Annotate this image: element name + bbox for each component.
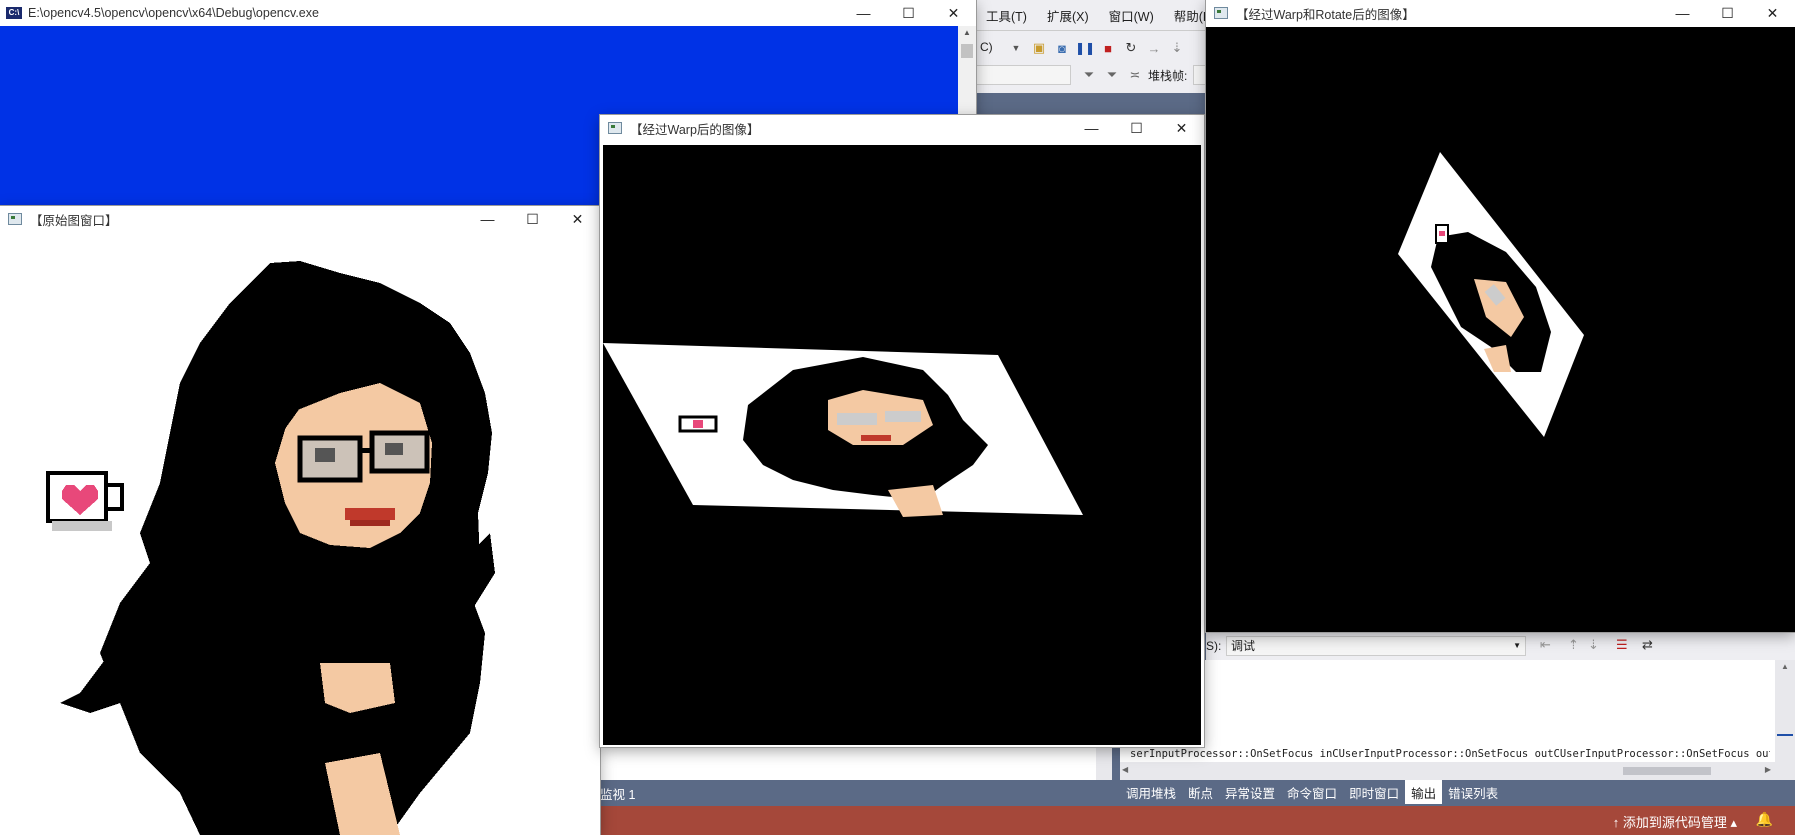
warp-rotate-window-titlebar[interactable]: 【经过Warp和Rotate后的图像】 — ☐ ✕ [1206, 0, 1795, 26]
threads-icon[interactable]: ≍ [1125, 65, 1145, 85]
step-into-icon[interactable]: ⇣ [1167, 38, 1187, 58]
warp-window-titlebar[interactable]: 【经过Warp后的图像】 — ☐ ✕ [600, 115, 1204, 141]
warp-image-canvas [603, 145, 1201, 745]
stack-frame-label: 堆栈帧: [1148, 68, 1188, 83]
warped-rotated-portrait [1398, 152, 1584, 437]
clear-all-icon[interactable]: ☰ [1616, 637, 1628, 653]
step-arrow-icon[interactable]: → [1144, 38, 1164, 58]
tab-call-stack[interactable]: 调用堆栈 [1120, 780, 1182, 804]
original-image-window: 【原始图窗口】 — ☐ ✕ [0, 206, 600, 835]
warp-image-window: 【经过Warp后的图像】 — ☐ ✕ [600, 115, 1204, 747]
tab-output[interactable]: 输出 [1405, 780, 1443, 804]
scroll-right-icon[interactable]: ▶ [1765, 765, 1771, 774]
watch-tab-bar: 监视 1 [600, 780, 1120, 804]
original-window-title: 【原始图窗口】 [30, 213, 118, 228]
process-combo[interactable] [976, 65, 1071, 85]
find-message-icon[interactable]: ⇤ [1540, 637, 1551, 653]
scroll-up-icon[interactable]: ▲ [1781, 662, 1789, 671]
warp-rotate-image-canvas [1206, 27, 1795, 632]
filter-icon[interactable]: ⏷ [1079, 65, 1099, 85]
maximize-icon[interactable]: ☐ [1705, 0, 1750, 26]
minimize-icon[interactable]: — [841, 0, 886, 26]
restart-icon[interactable]: ↻ [1121, 38, 1141, 58]
original-window-titlebar[interactable]: 【原始图窗口】 — ☐ ✕ [0, 206, 600, 232]
cv-app-icon: C:\ [6, 7, 22, 19]
chevron-down-icon: ▼ [1513, 641, 1521, 650]
scroll-left-icon[interactable]: ◀ [1122, 765, 1128, 774]
tab-breakpoints[interactable]: 断点 [1182, 780, 1219, 804]
original-image-canvas [0, 233, 600, 835]
window-icon [8, 213, 22, 225]
scroll-thumb[interactable] [1777, 734, 1793, 736]
folder-icon[interactable]: ▣ [1029, 38, 1049, 58]
screenshot-icon[interactable]: ◙ [1052, 38, 1072, 58]
watch-scrollbar[interactable] [1096, 746, 1112, 780]
console-title: E:\opencv4.5\opencv\opencv\x64\Debug\ope… [28, 6, 319, 20]
warp-window-title: 【经过Warp后的图像】 [630, 122, 760, 137]
menu-window[interactable]: 窗口(W) [1109, 6, 1154, 25]
vs-toolbar: C) ▼ ▣ ◙ ❚❚ ■ ↻ → ⇣ ⏷ ⏷ ≍ 堆栈帧: [976, 30, 1224, 93]
minimize-icon[interactable]: — [465, 206, 510, 232]
maximize-icon[interactable]: ☐ [886, 0, 931, 26]
source-control-button[interactable]: ↑ 添加到源代码管理 ▴ [1613, 812, 1737, 831]
minimize-icon[interactable]: — [1660, 0, 1705, 26]
maximize-icon[interactable]: ☐ [510, 206, 555, 232]
output-source-value: 调试 [1231, 639, 1256, 653]
stop-icon[interactable]: ■ [1098, 38, 1118, 58]
chevron-down-icon[interactable]: ▼ [1006, 38, 1026, 58]
filter-off-icon[interactable]: ⏷ [1102, 65, 1122, 85]
config-combo-fragment[interactable]: C) [976, 38, 1006, 58]
output-source-select[interactable]: 调试 ▼ [1226, 636, 1526, 656]
output-pane-header: S): 调试 ▼ ⇤ ⇡ ⇣ ☰ ⇄ [1206, 632, 1795, 660]
status-bar: ↑ 添加到源代码管理 ▴ 🔔 [600, 806, 1795, 835]
menu-tools[interactable]: 工具(T) [986, 6, 1027, 25]
scroll-thumb[interactable] [1623, 767, 1711, 775]
output-vertical-scrollbar[interactable]: ▲ [1775, 660, 1795, 780]
watch-pane [600, 746, 1112, 780]
scroll-up-icon[interactable]: ▲ [963, 28, 971, 37]
tool-window-tabs: 调用堆栈 断点 异常设置 命令窗口 即时窗口 输出 错误列表 [1120, 780, 1795, 804]
maximize-icon[interactable]: ☐ [1114, 115, 1159, 141]
prev-message-icon[interactable]: ⇡ [1568, 637, 1579, 653]
minimize-icon[interactable]: — [1069, 115, 1114, 141]
warp-rotate-image-window: 【经过Warp和Rotate后的图像】 — ☐ ✕ [1206, 0, 1795, 632]
window-icon [1214, 7, 1228, 19]
console-titlebar[interactable]: C:\ E:\opencv4.5\opencv\opencv\x64\Debug… [0, 0, 976, 26]
tab-immediate-window[interactable]: 即时窗口 [1343, 780, 1405, 804]
tab-error-list[interactable]: 错误列表 [1442, 780, 1504, 804]
close-icon[interactable]: ✕ [1159, 115, 1204, 141]
word-wrap-icon[interactable]: ⇄ [1642, 637, 1653, 653]
pause-icon[interactable]: ❚❚ [1075, 38, 1095, 58]
scroll-thumb[interactable] [961, 44, 973, 58]
close-icon[interactable]: ✕ [931, 0, 976, 26]
close-icon[interactable]: ✕ [555, 206, 600, 232]
tab-command-window[interactable]: 命令窗口 [1281, 780, 1343, 804]
source-control-label: 添加到源代码管理 [1622, 815, 1727, 830]
vs-menu-bar: 工具(T) 扩展(X) 窗口(W) 帮助(H [976, 0, 1212, 30]
window-icon [608, 122, 622, 134]
warped-portrait [603, 343, 1083, 517]
output-text: serInputProcessor::OnSetFocus inCUserInp… [1130, 748, 1770, 760]
tab-watch-1[interactable]: 监视 1 [600, 784, 635, 803]
pixel-art-portrait [46, 261, 495, 835]
next-message-icon[interactable]: ⇣ [1588, 637, 1599, 653]
close-icon[interactable]: ✕ [1750, 0, 1795, 26]
warp-rotate-window-title: 【经过Warp和Rotate后的图像】 [1236, 7, 1415, 22]
menu-extensions[interactable]: 扩展(X) [1047, 6, 1089, 25]
output-horizontal-scrollbar[interactable]: ◀ ▶ [1120, 762, 1775, 780]
tab-exception-settings[interactable]: 异常设置 [1219, 780, 1281, 804]
output-source-label: S): [1206, 639, 1222, 653]
bell-icon[interactable]: 🔔 [1756, 811, 1773, 828]
